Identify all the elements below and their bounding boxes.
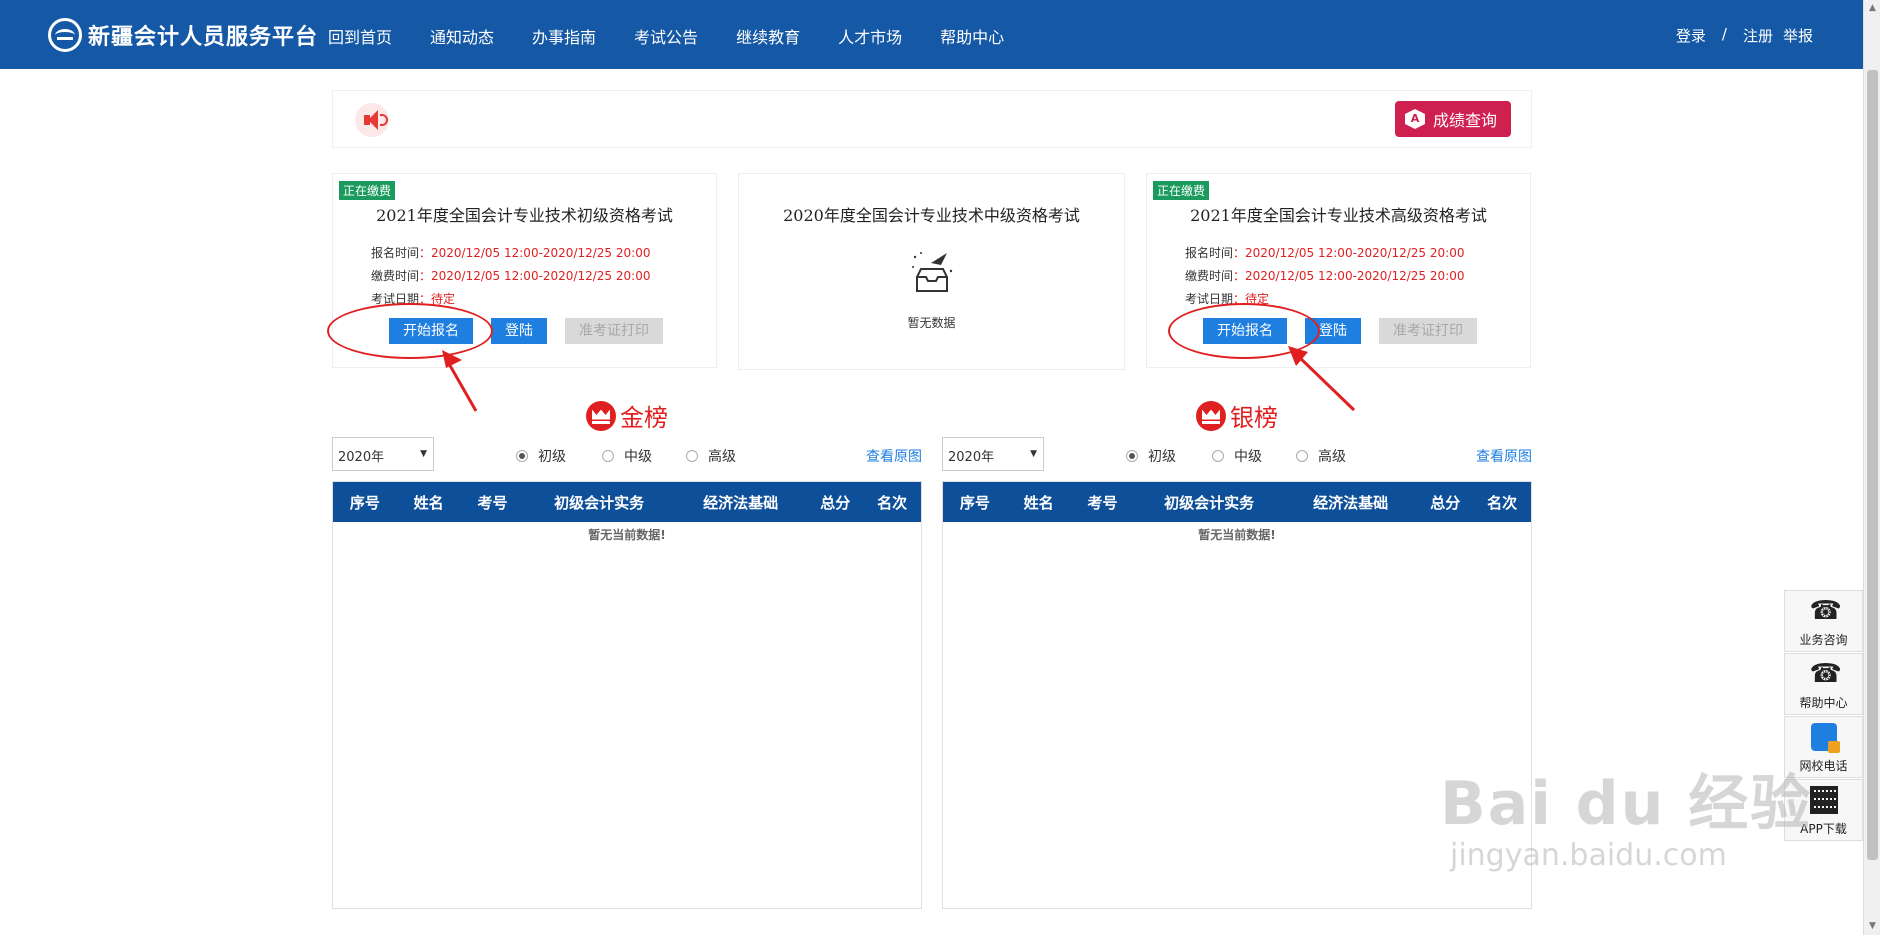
notice-bar: A 成绩查询 (332, 90, 1532, 148)
print-admission-button[interactable]: 准考证打印 (565, 318, 663, 344)
page-scrollbar[interactable]: ▲ ▼ (1863, 0, 1880, 935)
level-radio-senior[interactable]: 高级 (1296, 446, 1346, 466)
main-nav: 回到首页 通知动态 办事指南 考试公告 继续教育 人才市场 帮助中心 (328, 24, 1042, 48)
caret-down-icon: ▼ (420, 449, 427, 459)
nav-news[interactable]: 通知动态 (430, 24, 494, 48)
link-separator: / (1721, 25, 1727, 43)
annotation-circle (327, 303, 493, 359)
gold-ranking-table: 序号 姓名 考号 初级会计实务 经济法基础 总分 名次 暂无当前数据! (332, 481, 922, 909)
year-select[interactable]: 2020年 ▼ (942, 437, 1044, 471)
nav-guide[interactable]: 办事指南 (532, 24, 596, 48)
phone-icon: ☎ (1809, 659, 1842, 689)
silver-filters: 2020年 ▼ 初级 中级 高级 查看原图 (942, 437, 1532, 471)
top-header: 新疆会计人员服务平台 回到首页 通知动态 办事指南 考试公告 继续教育 人才市场… (0, 0, 1863, 69)
level-radio-junior[interactable]: 初级 (516, 446, 566, 466)
level-radio-junior[interactable]: 初级 (1126, 446, 1176, 466)
report-link[interactable]: 举报 (1783, 25, 1813, 46)
register-link[interactable]: 注册 (1743, 25, 1773, 46)
speaker-icon (355, 103, 389, 137)
registration-time: 报名时间：2020/12/05 12:00-2020/12/25 20:00 (371, 246, 651, 260)
exam-title: 2021年度全国会计专业技术高级资格考试 (1190, 206, 1487, 225)
mobile-icon (1810, 723, 1840, 753)
qr-code-icon (1809, 786, 1838, 814)
table-header: 序号 姓名 考号 初级会计实务 经济法基础 总分 名次 (333, 482, 921, 522)
login-button[interactable]: 登陆 (491, 318, 547, 344)
empty-inbox-icon (912, 252, 953, 292)
crown-icon (586, 400, 616, 431)
no-data-text: 暂无数据 (907, 316, 956, 330)
level-radio-intermediate[interactable]: 中级 (1212, 446, 1262, 466)
phone-icon: ☎ (1809, 596, 1842, 626)
payment-time: 缴费时间：2020/12/05 12:00-2020/12/25 20:00 (371, 269, 651, 283)
print-admission-button[interactable]: 准考证打印 (1379, 318, 1477, 344)
exam-title: 2020年度全国会计专业技术中级资格考试 (783, 206, 1080, 225)
status-badge: 正在缴费 (1153, 181, 1210, 200)
nav-continuing-edu[interactable]: 继续教育 (736, 24, 800, 48)
side-help-center[interactable]: ☎ 帮助中心 (1784, 653, 1863, 715)
view-original-link[interactable]: 查看原图 (1476, 446, 1532, 466)
caret-down-icon: ▼ (1030, 449, 1037, 459)
nav-home[interactable]: 回到首页 (328, 24, 392, 48)
view-original-link[interactable]: 查看原图 (866, 446, 922, 466)
table-header: 序号 姓名 考号 初级会计实务 经济法基础 总分 名次 (943, 482, 1531, 522)
nav-exam-notice[interactable]: 考试公告 (634, 24, 698, 48)
payment-time: 缴费时间：2020/12/05 12:00-2020/12/25 20:00 (1185, 269, 1465, 283)
score-badge-icon: A (1404, 109, 1425, 129)
registration-time: 报名时间：2020/12/05 12:00-2020/12/25 20:00 (1185, 246, 1465, 260)
score-query-label: 成绩查询 (1432, 111, 1497, 130)
watermark-main: Bai du 经验 (1440, 769, 1813, 839)
user-links: 登录 / 注册 举报 (1676, 25, 1813, 46)
score-query-button[interactable]: A 成绩查询 (1394, 101, 1511, 137)
gold-filters: 2020年 ▼ 初级 中级 高级 查看原图 (332, 437, 922, 471)
scroll-down-icon[interactable]: ▼ (1864, 918, 1880, 935)
empty-table-text: 暂无当前数据! (1198, 528, 1276, 542)
empty-table-text: 暂无当前数据! (588, 528, 666, 542)
exam-title: 2021年度全国会计专业技术初级资格考试 (376, 206, 673, 225)
login-link[interactable]: 登录 (1676, 25, 1706, 46)
crown-icon (1196, 400, 1226, 431)
level-radio-intermediate[interactable]: 中级 (602, 446, 652, 466)
nav-help[interactable]: 帮助中心 (940, 24, 1004, 48)
logo-text: 新疆会计人员服务平台 (88, 25, 319, 50)
nav-talent-market[interactable]: 人才市场 (838, 24, 902, 48)
logo-icon (48, 18, 82, 52)
annotation-circle (1168, 303, 1320, 359)
year-select[interactable]: 2020年 ▼ (332, 437, 434, 471)
scroll-thumb[interactable] (1867, 70, 1878, 860)
exam-card-intermediate: 2020年度全国会计专业技术中级资格考试 暂无数据 (738, 173, 1125, 370)
baidu-watermark: Bai du 经验 jingyan.baidu.com (1440, 755, 1812, 873)
side-business-consult[interactable]: ☎ 业务咨询 (1784, 590, 1863, 652)
watermark-sub: jingyan.baidu.com (1450, 838, 1727, 873)
scroll-up-icon[interactable]: ▲ (1864, 0, 1880, 17)
silver-ranking-title: 银榜 (1196, 398, 1278, 433)
site-logo[interactable]: 新疆会计人员服务平台 (48, 18, 318, 52)
level-radio-senior[interactable]: 高级 (686, 446, 736, 466)
gold-ranking-title: 金榜 (586, 398, 668, 433)
status-badge: 正在缴费 (339, 181, 396, 200)
